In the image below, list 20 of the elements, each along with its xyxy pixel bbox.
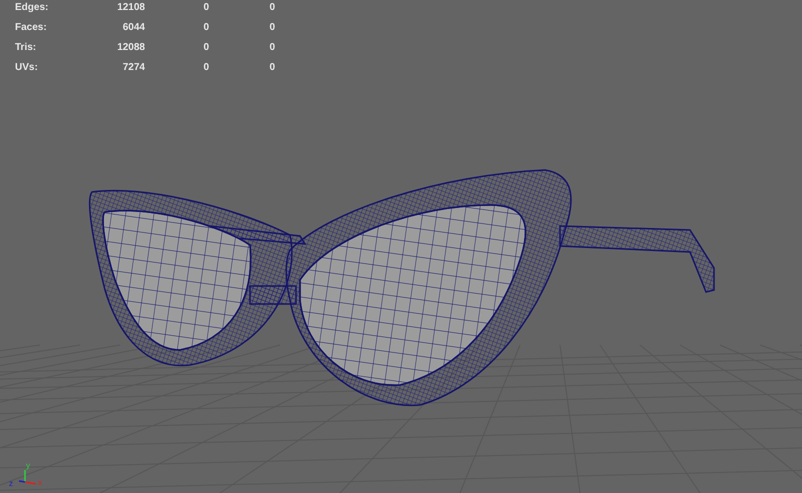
stat-value: 6044	[122, 21, 145, 35]
stat-value: 12108	[116, 1, 145, 15]
stat-label: UVs:	[15, 61, 39, 75]
stat-value: 0	[268, 21, 275, 35]
axis-label: x	[38, 478, 42, 487]
stat-value: 0	[202, 61, 209, 75]
stat-value: 0	[202, 21, 209, 35]
stat-value: 0	[268, 41, 275, 55]
stat-value: 7274	[122, 61, 145, 75]
stat-value: 12088	[116, 41, 145, 55]
stat-label: Tris:	[15, 41, 38, 55]
axis-label: z	[9, 479, 13, 488]
stat-value: 0	[202, 1, 209, 15]
stat-value: 0	[268, 61, 275, 75]
axis-label: y	[26, 461, 30, 470]
stat-label: Faces:	[15, 21, 48, 35]
stat-value: 0	[268, 1, 275, 15]
stat-label: Edges:	[15, 1, 50, 15]
stat-value: 0	[202, 41, 209, 55]
axis-gizmo-icon	[18, 470, 36, 485]
